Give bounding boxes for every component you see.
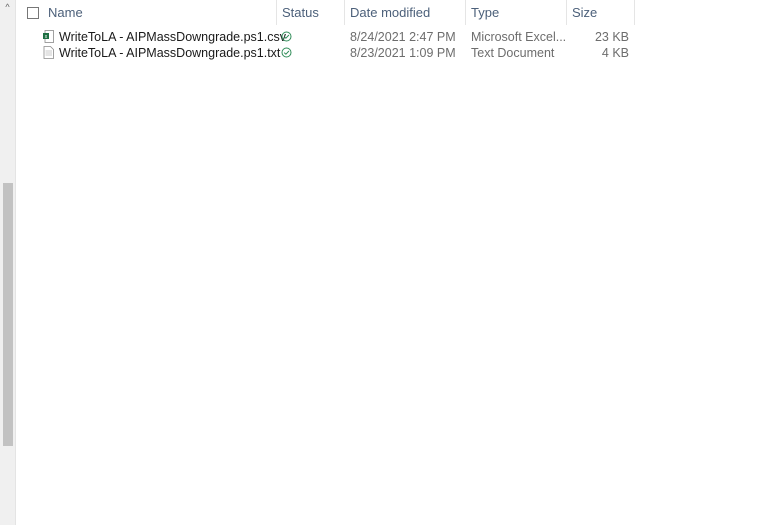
excel-csv-file-icon: x (43, 30, 54, 43)
file-type: Microsoft Excel... (471, 30, 567, 44)
scroll-up-arrow-icon[interactable]: ^ (2, 2, 13, 12)
available-check-icon (281, 31, 292, 42)
file-name: WriteToLA - AIPMassDowngrade.ps1.csv (59, 30, 286, 44)
file-name: WriteToLA - AIPMassDowngrade.ps1.txt (59, 46, 281, 60)
file-date-modified: 8/24/2021 2:47 PM (350, 30, 456, 44)
file-row[interactable]: x WriteToLA - AIPMassDowngrade.ps1.csv 8… (16, 29, 636, 45)
column-header-status[interactable]: Status (276, 0, 344, 25)
file-size: 23 KB (594, 30, 629, 44)
scrollbar-thumb[interactable] (3, 183, 13, 446)
column-divider[interactable] (634, 0, 635, 25)
column-header-row: Name ^ Status Date modified Type Size (16, 0, 636, 25)
text-file-icon (43, 46, 54, 59)
column-header-name[interactable]: Name (42, 0, 276, 25)
file-type: Text Document (471, 46, 555, 60)
column-header-date-modified[interactable]: Date modified (344, 0, 465, 25)
scrollbar-track[interactable]: ^ (0, 0, 16, 525)
select-all-checkbox[interactable] (27, 7, 39, 19)
column-header-size[interactable]: Size (566, 0, 634, 25)
file-date-modified: 8/23/2021 1:09 PM (350, 46, 456, 60)
sort-ascending-icon: ^ (148, 0, 153, 3)
file-size: 4 KB (601, 46, 629, 60)
available-check-icon (281, 47, 292, 58)
column-header-type[interactable]: Type (465, 0, 566, 25)
file-row[interactable]: WriteToLA - AIPMassDowngrade.ps1.txt 8/2… (16, 45, 636, 61)
